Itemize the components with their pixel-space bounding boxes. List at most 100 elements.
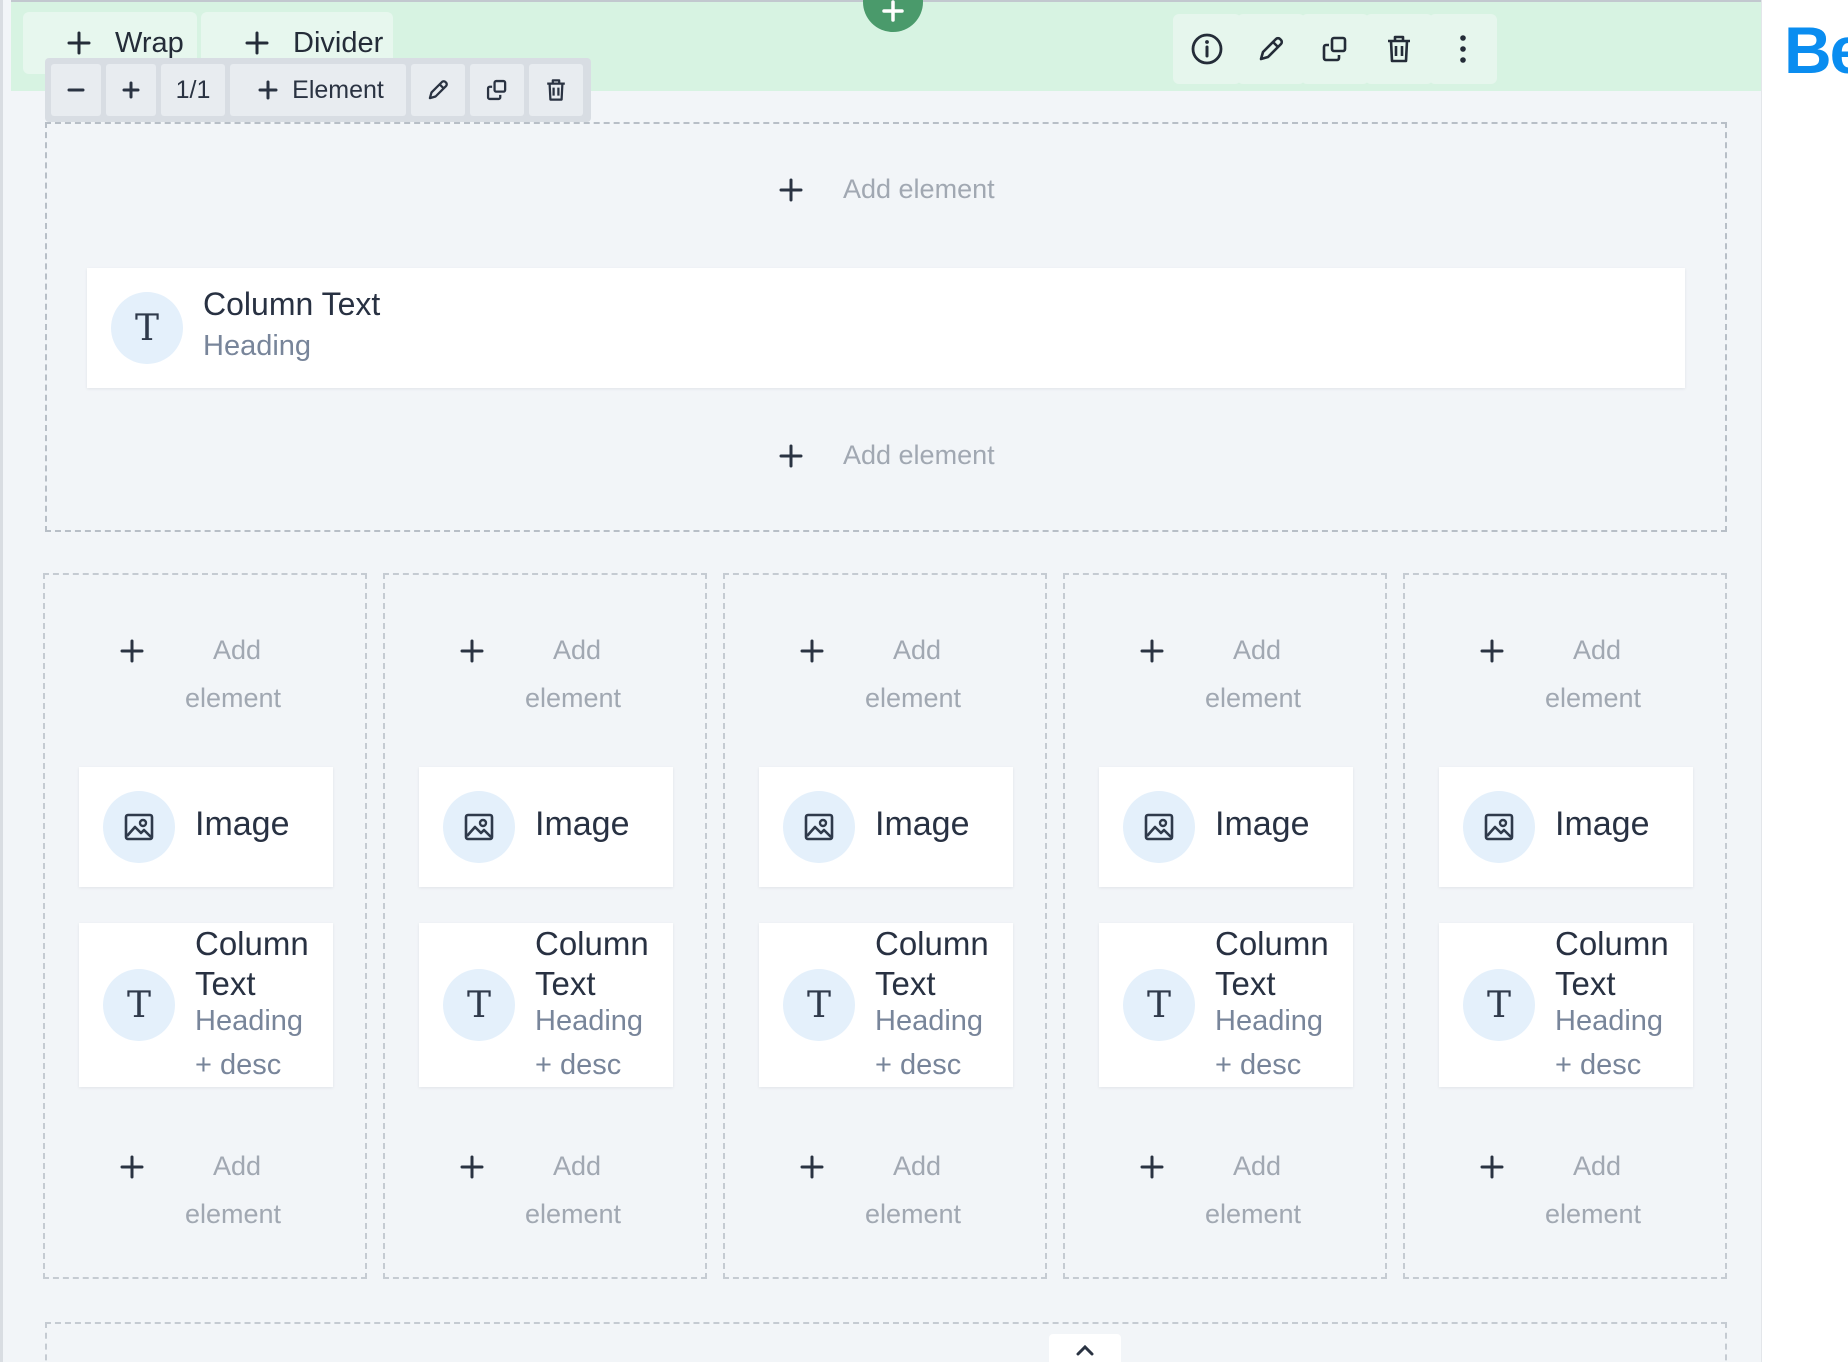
plus-icon [1140, 639, 1164, 663]
clone-icon [486, 79, 507, 101]
item-subtitle-line-1: Heading [1215, 1005, 1324, 1037]
add-element-bottom[interactable]: Add element [1065, 1135, 1385, 1245]
item-subtitle: Heading [203, 330, 312, 362]
item-title-line-1: Column [535, 925, 649, 962]
section-edit-button[interactable] [1237, 14, 1305, 84]
item-title-line-2: Text [1555, 965, 1616, 1002]
wrap-increase-button[interactable] [106, 64, 156, 116]
image-icon [1123, 791, 1195, 863]
add-element-bottom[interactable]: Add element [779, 440, 995, 471]
column-text-item[interactable]: T Column Text Heading + desc [79, 923, 333, 1087]
item-subtitle-line-2: + desc [195, 1049, 282, 1081]
column-text-item[interactable]: T Column Text Heading + desc [419, 923, 673, 1087]
plus-icon [1480, 1155, 1504, 1179]
move-up-handle[interactable] [1049, 1334, 1121, 1362]
plus-icon [800, 1155, 824, 1179]
minus-icon [67, 88, 85, 92]
plus-icon [258, 80, 278, 100]
column-text-item[interactable]: T Column Text Heading [87, 268, 1685, 388]
add-element-top[interactable]: Add element [385, 619, 705, 729]
section-clone-button[interactable] [1301, 14, 1369, 84]
column-wrap: Add element Image T Column Text Heading … [1403, 573, 1727, 1279]
plus-icon [460, 639, 484, 663]
item-title-line-1: Column [195, 925, 309, 962]
add-element-top[interactable]: Add element [1405, 619, 1725, 729]
item-subtitle-line-1: Heading [535, 1005, 644, 1037]
column-text-item[interactable]: T Column Text Heading + desc [1439, 923, 1693, 1087]
plus-icon [882, 0, 904, 22]
add-element-label: Add element [843, 440, 995, 470]
section-delete-button[interactable] [1365, 14, 1433, 84]
plus-icon [800, 639, 824, 663]
add-element-label: Add element [843, 174, 995, 204]
clone-icon [1322, 36, 1347, 62]
item-title-line-2: Text [195, 965, 256, 1002]
image-item[interactable]: Image [1439, 767, 1693, 887]
image-item[interactable]: Image [1099, 767, 1353, 887]
image-icon [443, 791, 515, 863]
add-element-top[interactable]: Add element [1065, 619, 1385, 729]
image-icon [1463, 791, 1535, 863]
element-label: element [1545, 683, 1642, 713]
add-element-top[interactable]: Add element [725, 619, 1045, 729]
item-subtitle-line-2: + desc [1215, 1049, 1302, 1081]
section-more-button[interactable] [1429, 14, 1497, 84]
text-type-icon: T [111, 292, 183, 364]
add-label: Add [893, 1151, 942, 1181]
text-type-icon: T [103, 969, 175, 1041]
add-element-top[interactable]: Add element [779, 174, 995, 205]
element-label: element [1545, 1199, 1642, 1229]
wrap-clone-button[interactable] [470, 64, 524, 116]
add-label: Add [1233, 635, 1282, 665]
section-info-button[interactable] [1173, 14, 1241, 84]
item-title-line-2: Text [1215, 965, 1276, 1002]
item-title-line-1: Column [1555, 925, 1669, 962]
wrap-size-label[interactable]: 1/1 [161, 64, 225, 116]
chevron-up-icon [1076, 1344, 1094, 1356]
wrap-container: Add element T Column Text Heading Add el… [45, 122, 1727, 532]
item-title-line-2: Text [535, 965, 596, 1002]
brand-logo: Be [1784, 13, 1848, 87]
add-label: Add [553, 635, 602, 665]
add-label: Add [893, 635, 942, 665]
add-label: Add [1573, 1151, 1622, 1181]
add-wrap-label: Wrap [115, 26, 184, 59]
add-element-bottom[interactable]: Add element [45, 1135, 365, 1245]
plus-icon [120, 639, 144, 663]
add-element-bottom[interactable]: Add element [1405, 1135, 1725, 1245]
column-wrap: Add element Image T Column Text Heading … [43, 573, 367, 1279]
trash-icon [547, 79, 565, 101]
item-title: Column Text [203, 286, 381, 322]
add-label: Add [213, 1151, 262, 1181]
image-label: Image [1555, 805, 1650, 843]
add-element-label: Element [292, 75, 384, 104]
image-item[interactable]: Image [79, 767, 333, 887]
image-item[interactable]: Image [419, 767, 673, 887]
plus-icon [120, 1155, 144, 1179]
wrap-decrease-button[interactable] [51, 64, 101, 116]
add-section-button[interactable] [863, 0, 923, 32]
element-label: element [865, 683, 962, 713]
add-element-bottom[interactable]: Add element [725, 1135, 1045, 1245]
builder-canvas: Wrap Divider 1/1 Element Add element T C… [0, 0, 1762, 1362]
column-wrap: Add element Image T Column Text Heading … [383, 573, 707, 1279]
add-element-button[interactable]: Element [230, 64, 406, 116]
wrap-edit-button[interactable] [411, 64, 465, 116]
item-subtitle-line-1: Heading [1555, 1005, 1664, 1037]
wrap-delete-button[interactable] [529, 64, 583, 116]
text-type-icon: T [1463, 969, 1535, 1041]
pencil-icon [1259, 36, 1284, 61]
column-text-item[interactable]: T Column Text Heading + desc [759, 923, 1013, 1087]
add-element-bottom[interactable]: Add element [385, 1135, 705, 1245]
add-label: Add [213, 635, 262, 665]
add-label: Add [1573, 635, 1622, 665]
element-label: element [185, 1199, 282, 1229]
right-panel: Be [1762, 0, 1848, 1362]
text-type-icon: T [1123, 969, 1195, 1041]
add-element-top[interactable]: Add element [45, 619, 365, 729]
add-label: Add [553, 1151, 602, 1181]
info-icon [1191, 33, 1223, 65]
image-item[interactable]: Image [759, 767, 1013, 887]
text-type-icon: T [443, 969, 515, 1041]
column-text-item[interactable]: T Column Text Heading + desc [1099, 923, 1353, 1087]
